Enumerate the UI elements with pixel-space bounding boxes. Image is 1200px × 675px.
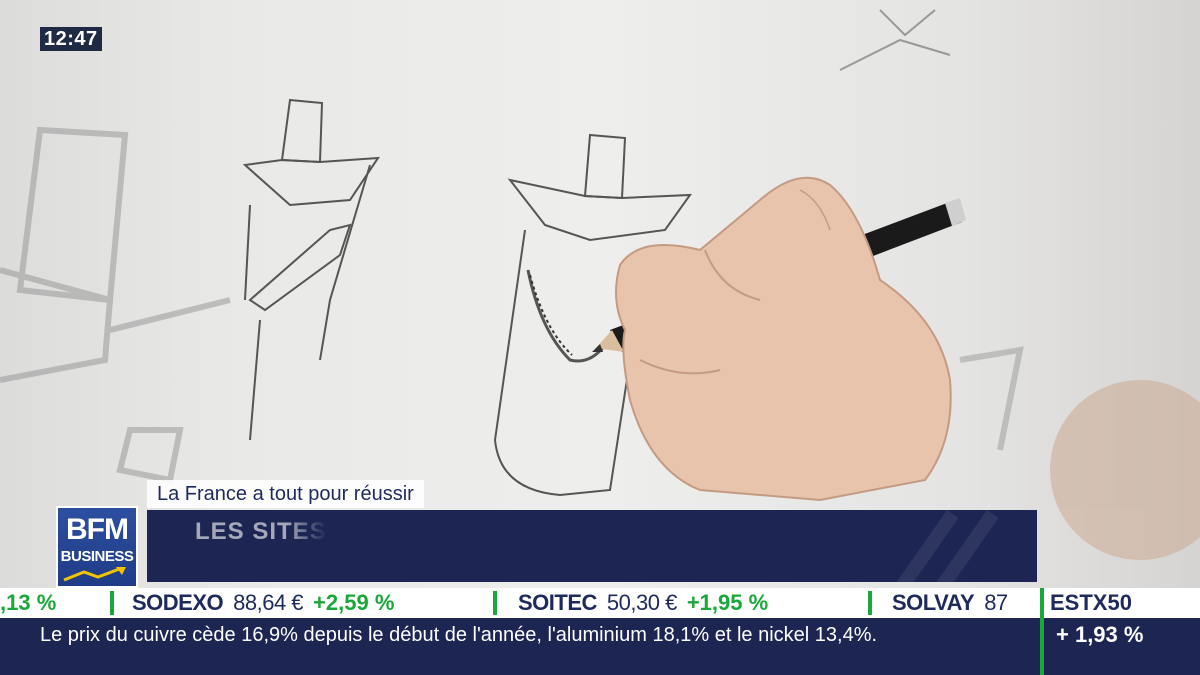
ticker-change: ,13 % <box>0 590 57 615</box>
ticker-item: ,13 % <box>0 588 56 618</box>
ticker-price: 88,64 € <box>233 590 304 615</box>
ticker-item: SOITEC 50,30 € +1,95 % <box>518 588 768 618</box>
ticker-separator <box>110 591 114 615</box>
logo-line2: BUSINESS <box>60 548 134 565</box>
ticker-name: SOITEC <box>518 590 597 615</box>
program-tag: La France a tout pour réussir <box>147 480 424 508</box>
ticker-price: 50,30 € <box>606 590 677 615</box>
trend-arrow-icon <box>63 566 126 582</box>
ticker-change: +1,95 % <box>686 590 769 615</box>
news-crawl: Le prix du cuivre cède 16,9% depuis le d… <box>0 618 1040 675</box>
ticker-name: SOLVAY <box>892 590 975 615</box>
ticker-change: +2,59 % <box>313 590 395 615</box>
headline-bar: LES SITES <box>147 510 1037 582</box>
index-name: ESTX50 <box>1044 588 1200 618</box>
headline-text: LES SITES <box>195 518 327 545</box>
ticker-name: SODEXO <box>132 590 224 615</box>
index-panel: ESTX50 + 1,93 % <box>1040 588 1200 675</box>
ticker-separator <box>493 591 497 615</box>
stock-ticker: ,13 % SODEXO 88,64 € +2,59 % SOITEC 50,30 €… <box>0 588 1040 618</box>
ticker-item: SODEXO 88,64 € +2,59 % <box>132 588 394 618</box>
ticker-price: 87 <box>984 590 1008 615</box>
ticker-separator <box>868 591 872 615</box>
channel-logo: BFM BUSINESS <box>56 506 138 588</box>
ticker-item: SOLVAY 87 <box>892 588 1018 618</box>
logo-line1: BFM <box>66 513 129 546</box>
clock-display: 12:47 <box>40 27 102 51</box>
index-change: + 1,93 % <box>1056 622 1144 647</box>
